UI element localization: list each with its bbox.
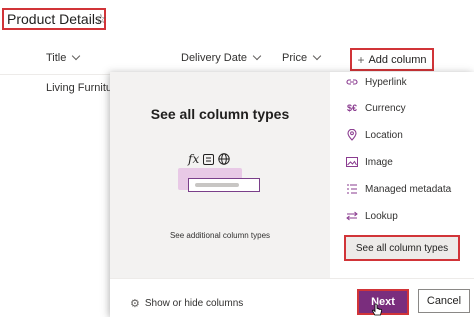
plus-icon: + [357,52,365,67]
gear-icon: ⚙ [130,298,140,310]
chevron-down-icon [252,51,262,61]
column-type-managed-metadata[interactable]: Managed metadata [346,183,451,195]
column-type-label: Currency [365,102,406,114]
mouse-pointer-icon [372,303,383,316]
globe-icon [218,153,230,165]
show-hide-columns-link[interactable]: ⚙ Show or hide columns [130,297,243,310]
column-header-label: Delivery Date [181,52,248,64]
column-header-title[interactable]: Title [46,51,81,64]
lookup-icon [346,210,358,222]
page-title: Product Details [7,11,102,27]
see-all-label: See all column types [355,242,449,254]
column-types-illustration: fx [178,152,264,198]
chevron-down-icon [72,51,81,61]
column-header-delivery-date[interactable]: Delivery Date [181,51,262,64]
show-hide-label: Show or hide columns [144,298,244,309]
add-column-button[interactable]: + Add column [350,48,434,71]
column-type-label: Lookup [365,210,398,222]
column-type-location[interactable]: Location [346,129,403,141]
cancel-label: Cancel [426,295,462,307]
add-column-panel: See all column types fx See additional c… [110,72,474,317]
link-icon [346,76,358,88]
illustration-field [188,178,260,192]
cancel-button[interactable]: Cancel [418,289,470,313]
star-icon[interactable]: ☆ [95,11,107,27]
column-header-label: Price [282,52,308,64]
image-icon [346,156,358,168]
column-type-label: Location [365,129,403,141]
column-type-label: Image [365,156,393,168]
sharepoint-list-page: Product Details ☆ Title Delivery Date Pr… [0,0,474,317]
panel-footer-divider [110,278,474,279]
column-type-image[interactable]: Image [346,156,393,168]
managed-metadata-icon [346,183,358,195]
see-all-column-types-button[interactable]: See all column types [344,235,460,261]
choice-icon [203,153,215,165]
function-icon: fx [188,152,200,166]
column-type-lookup[interactable]: Lookup [346,210,398,222]
currency-icon: $€ [346,103,357,113]
illustration-icons: fx [188,152,230,166]
column-type-preview: See all column types fx See additional c… [110,72,330,278]
next-button[interactable]: Next [357,289,409,315]
column-type-currency[interactable]: $€ Currency [346,102,406,114]
add-column-label: Add column [368,53,427,66]
location-pin-icon [346,129,358,141]
preview-title: See all column types [150,106,290,122]
column-header-label: Title [46,52,67,64]
column-type-label: Managed metadata [365,183,452,195]
column-type-hyperlink[interactable]: Hyperlink [346,76,407,88]
list-title-highlight: Product Details [2,8,106,30]
column-header-price[interactable]: Price [282,51,322,64]
illustration-field-bar [195,183,239,187]
column-type-label: Hyperlink [365,76,407,88]
chevron-down-icon [312,51,322,61]
see-additional-types-text: See additional column types [169,231,271,240]
